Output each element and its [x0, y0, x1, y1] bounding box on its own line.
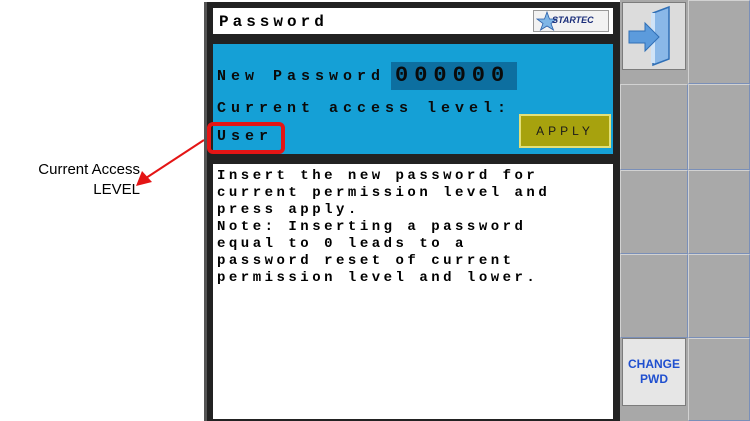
softkey-bar: CHANGE PWD: [620, 0, 750, 421]
softkey-slot-2b: [688, 84, 750, 170]
startec-logo: STARTEC: [533, 10, 609, 32]
softkey-slot-5b: [688, 338, 750, 421]
logo-text: STARTEC: [552, 15, 594, 25]
softkey-slot-2a: [620, 84, 688, 170]
info-panel: Insert the new password for current perm…: [211, 162, 615, 421]
callout-label: Current Access LEVEL: [30, 160, 140, 200]
softkey-slot-3b: [688, 170, 750, 254]
callout-line-1: Current Access: [38, 161, 140, 178]
softkey-slot-3a: [620, 170, 688, 254]
new-password-field[interactable]: 000000: [391, 62, 517, 90]
password-panel: New Password 000000 Current access level…: [207, 42, 615, 156]
access-level-label: Current access level:: [217, 100, 512, 117]
title-bar: Password STARTEC: [211, 6, 615, 36]
callout-line-2: LEVEL: [93, 181, 140, 198]
apply-button[interactable]: APPLY: [519, 114, 611, 148]
exit-door-icon: [628, 5, 670, 67]
change-pwd-label-2: PWD: [640, 372, 668, 386]
new-password-label: New Password: [217, 68, 386, 85]
page-title: Password: [219, 13, 328, 31]
softkey-slot-4b: [688, 254, 750, 338]
exit-button[interactable]: [622, 2, 686, 70]
change-pwd-label-1: CHANGE: [627, 357, 680, 371]
change-pwd-button[interactable]: CHANGE PWD: [622, 338, 686, 406]
access-level-highlight: [207, 122, 285, 154]
info-text: Insert the new password for current perm…: [217, 168, 551, 286]
softkey-slot-1b: [688, 0, 750, 84]
softkey-slot-4a: [620, 254, 688, 338]
hmi-screen: Password STARTEC New Password 000000 Cur…: [204, 2, 623, 421]
